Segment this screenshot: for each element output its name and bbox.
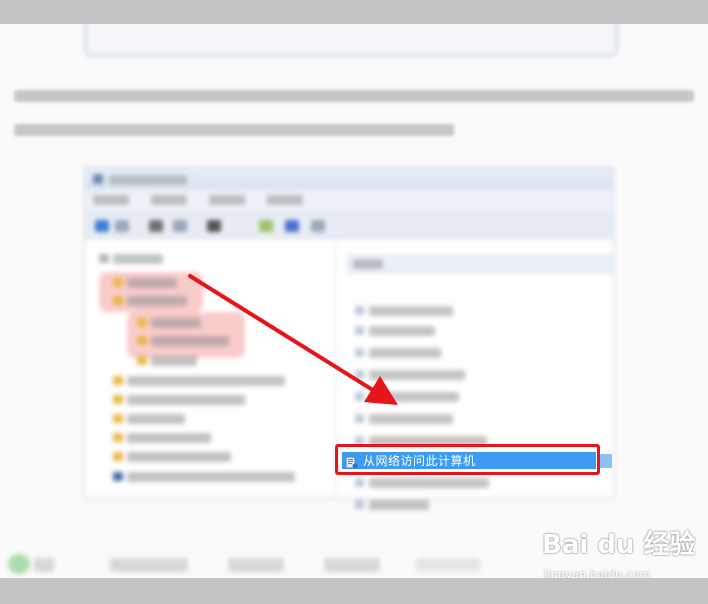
viewer-top-bar — [0, 0, 708, 24]
tree-item — [127, 296, 187, 306]
vote-label — [34, 558, 54, 572]
forward-icon — [115, 220, 129, 232]
policy-icon — [355, 306, 364, 315]
app-icon — [93, 174, 103, 184]
folder-icon — [113, 395, 123, 404]
list-item — [369, 348, 441, 358]
menu-item — [151, 195, 187, 205]
tree-item — [127, 452, 231, 462]
list-item — [369, 392, 459, 402]
column-header — [353, 259, 383, 269]
folder-icon — [113, 452, 123, 461]
list-header — [347, 254, 613, 273]
action-item — [324, 558, 380, 572]
list-item — [369, 370, 465, 380]
folder-icon — [137, 318, 147, 327]
tree-item — [127, 414, 185, 424]
folder-icon — [113, 376, 123, 385]
article-page: 从网络访问此计算机 — [0, 24, 708, 578]
baidu-watermark: Bai du 经验 jingyan.baidu.com — [534, 520, 708, 586]
policy-icon — [355, 414, 364, 423]
list-item — [369, 326, 435, 336]
paragraph-line — [14, 90, 694, 102]
policy-tree — [85, 240, 336, 498]
list-item — [369, 306, 453, 316]
folder-icon — [113, 414, 123, 423]
policy-icon — [355, 478, 364, 487]
menu-item — [267, 195, 303, 205]
tree-item — [151, 356, 197, 366]
action-item — [110, 558, 188, 572]
window-toolbar — [85, 210, 613, 240]
policy-icon — [355, 326, 364, 335]
vote-icon — [8, 554, 30, 574]
tree-item — [113, 254, 163, 264]
back-icon — [95, 220, 109, 232]
action-item — [416, 558, 480, 572]
folder-icon — [113, 433, 123, 442]
view-icon — [173, 220, 187, 232]
export-icon — [285, 220, 299, 232]
folder-icon — [113, 278, 123, 287]
tree-item — [127, 433, 211, 443]
paragraph-line — [14, 124, 454, 136]
properties-icon — [207, 220, 221, 232]
list-item — [369, 500, 429, 510]
window-menu-bar — [85, 190, 613, 210]
menu-item — [93, 195, 129, 205]
help-icon — [259, 220, 273, 232]
policy-icon — [355, 348, 364, 357]
window-title-bar — [85, 168, 613, 190]
list-item — [369, 414, 453, 424]
menu-item — [209, 195, 245, 205]
folder-icon — [99, 254, 109, 263]
selection-row-extension — [600, 454, 612, 468]
red-highlight-box — [335, 444, 600, 475]
watermark-logo: Bai du 经验 — [542, 530, 696, 560]
policy-icon — [355, 500, 364, 509]
tree-item — [127, 376, 285, 386]
tree-item — [127, 278, 177, 288]
folder-icon — [113, 296, 123, 305]
tree-item — [127, 395, 245, 405]
policy-icon — [355, 370, 364, 379]
tree-item — [127, 472, 295, 482]
list-item — [369, 478, 489, 488]
previous-image-frame — [84, 24, 618, 57]
tree-item — [151, 318, 201, 328]
policy-icon — [355, 392, 364, 401]
viewer-bottom-bar — [0, 578, 708, 604]
folder-icon — [137, 356, 147, 365]
folder-icon — [113, 472, 123, 481]
window-title-text — [109, 175, 187, 185]
filter-icon — [311, 220, 325, 232]
folder-icon — [149, 220, 163, 232]
action-item — [228, 558, 284, 572]
folder-icon — [137, 336, 147, 345]
tree-item — [151, 336, 229, 346]
